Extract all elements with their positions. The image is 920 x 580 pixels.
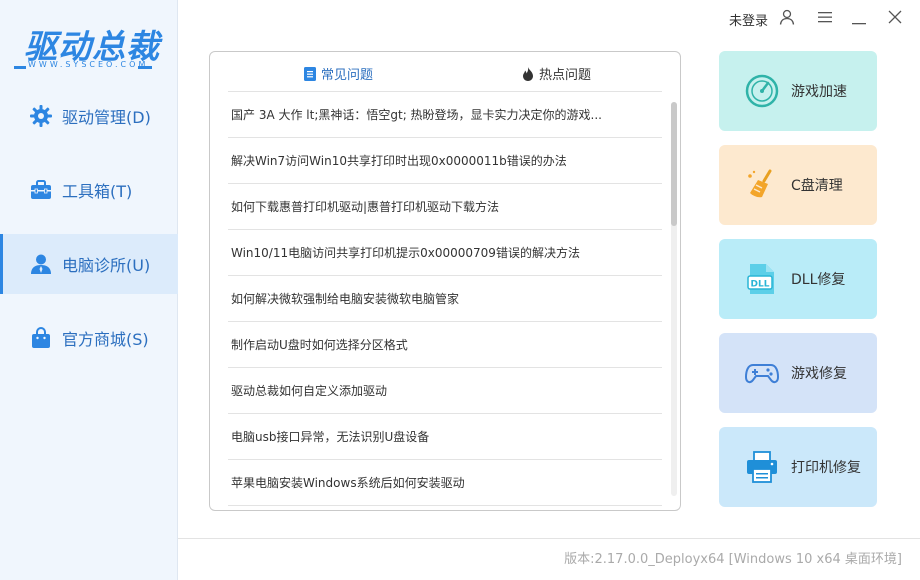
sidebar-item-driver-management[interactable]: 驱动管理(D) [0,86,178,146]
tab-hot-questions[interactable]: 热点问题 [522,64,591,83]
scrollbar-track[interactable] [671,102,677,496]
user-account-icon[interactable] [778,8,796,26]
broom-icon [743,166,781,204]
tool-label: C盘清理 [791,178,843,194]
game-repair-button[interactable]: 游戏修复 [719,333,877,413]
fire-icon [522,66,534,81]
dll-repair-button[interactable]: DLL DLL修复 [719,239,877,319]
article-link[interactable]: 制作启动U盘时如何选择分区格式 [228,322,662,368]
tab-label: 常见问题 [321,68,374,83]
sidebar-item-label: 驱动管理(D) [62,108,151,127]
close-icon[interactable] [886,8,904,26]
c-drive-cleanup-button[interactable]: C盘清理 [719,145,877,225]
shopping-bag-icon [28,325,54,351]
svg-text:DLL: DLL [751,280,770,290]
logo-subtext: WWW.SYSCEO.COM [28,60,149,69]
article-list: 国产 3A 大作 lt;黑神话：悟空gt; 热盼登场，显卡实力决定你的游戏...… [228,92,662,506]
app-logo: 驱动总裁 WWW.SYSCEO.COM [14,14,164,74]
version-text: 版本:2.17.0.0_Deployx64 [Windows 10 x64 桌面… [564,552,902,567]
tool-label: DLL修复 [791,272,846,288]
articles-panel: 常见问题 热点问题 国产 3A 大作 lt;黑神话：悟空gt; 热盼登场，显卡实… [209,51,681,511]
printer-repair-button[interactable]: 打印机修复 [719,427,877,507]
tab-bar: 常见问题 热点问题 [228,52,662,92]
user-icon [28,251,54,277]
gamepad-icon [743,354,781,392]
minimize-icon[interactable] [850,8,868,26]
login-status[interactable]: 未登录 [729,10,768,29]
printer-icon [743,448,781,486]
tab-label: 热点问题 [539,68,592,83]
sidebar-item-toolbox[interactable]: 工具箱(T) [0,160,178,220]
article-link[interactable]: 解决Win7访问Win10共享打印时出现0x0000011b错误的办法 [228,138,662,184]
gear-icon [28,103,54,129]
speedometer-icon [743,72,781,110]
game-boost-button[interactable]: 游戏加速 [719,51,877,131]
document-icon [304,66,316,81]
sidebar-item-label: 工具箱(T) [62,182,133,201]
article-link[interactable]: 国产 3A 大作 lt;黑神话：悟空gt; 热盼登场，显卡实力决定你的游戏... [228,92,662,138]
tool-label: 游戏修复 [791,366,847,382]
article-link[interactable]: 电脑usb接口异常，无法识别U盘设备 [228,414,662,460]
sidebar-item-official-store[interactable]: 官方商城(S) [0,308,178,368]
scrollbar-thumb[interactable] [671,102,677,226]
menu-icon[interactable] [816,8,834,26]
tool-label: 打印机修复 [791,460,861,476]
article-link[interactable]: 苹果电脑安装Windows系统后如何安装驱动 [228,460,662,506]
tool-label: 游戏加速 [791,84,847,100]
footer-divider [178,538,920,539]
article-link[interactable]: Win10/11电脑访问共享打印机提示0x00000709错误的解决方法 [228,230,662,276]
tab-common-questions[interactable]: 常见问题 [304,64,373,83]
sidebar-item-label: 官方商城(S) [62,330,149,349]
article-link[interactable]: 驱动总裁如何自定义添加驱动 [228,368,662,414]
sidebar-item-label: 电脑诊所(U) [62,256,151,275]
sidebar: 驱动总裁 WWW.SYSCEO.COM 驱动管理(D) 工具箱(T) 电脑诊所(… [0,0,178,580]
toolbox-icon [28,177,54,203]
article-link[interactable]: 如何解决微软强制给电脑安装微软电脑管家 [228,276,662,322]
sidebar-item-pc-clinic[interactable]: 电脑诊所(U) [0,234,178,294]
dll-file-icon: DLL [743,260,781,298]
article-link[interactable]: 如何下载惠普打印机驱动|惠普打印机驱动下载方法 [228,184,662,230]
